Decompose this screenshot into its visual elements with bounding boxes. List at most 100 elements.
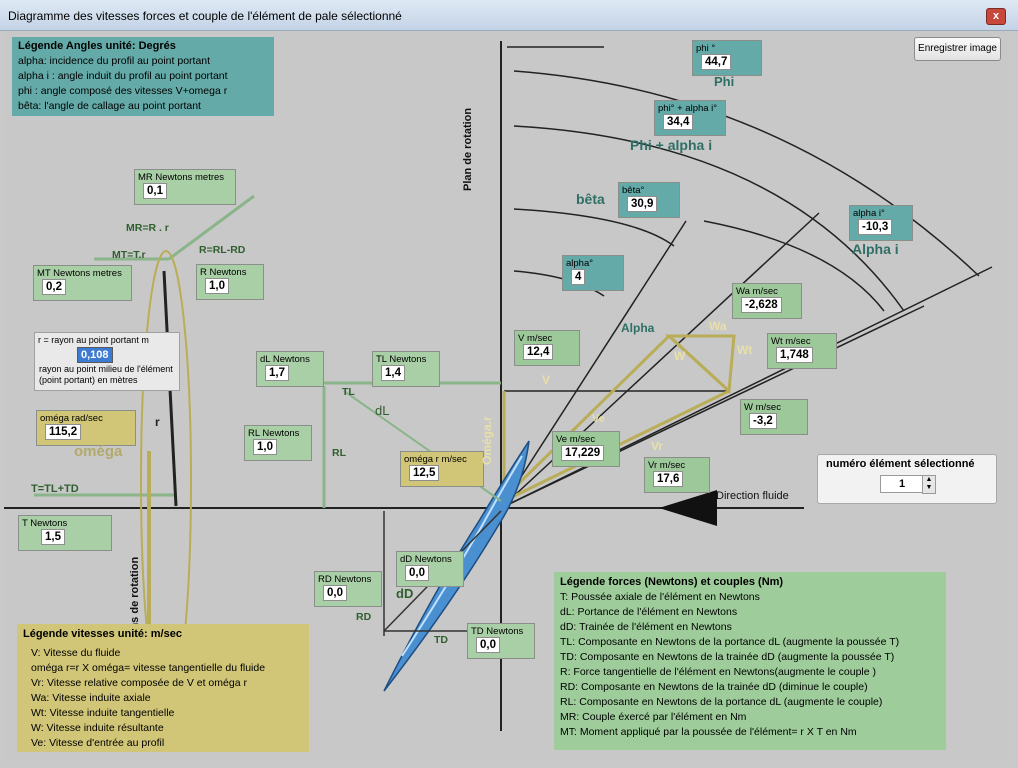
- beta-label-text: bêta: [576, 191, 605, 207]
- tl-label: TL Newtons: [376, 354, 427, 365]
- wt-label-text: Wt: [737, 343, 753, 357]
- element-selector-group: numéro élément sélectionné 1 ▲ ▼: [817, 454, 997, 504]
- diagram-canvas: Légende Angles unité: Degrés alpha: inci…: [4, 31, 1009, 759]
- w-label: W m/sec: [744, 402, 781, 413]
- phi-alpha-i-label-text: Phi + alpha i: [630, 137, 713, 153]
- omega-label-text: oméga: [74, 443, 123, 460]
- vr-label-text: Vr: [651, 439, 664, 453]
- element-number-input[interactable]: 1: [880, 475, 924, 493]
- mt-label: MT Newtons metres: [37, 268, 122, 279]
- legend-velocities-line: Ve: Vitesse d'entrée au profil: [31, 737, 165, 749]
- phi-field: phi ° 44,7: [692, 40, 762, 76]
- rl-label: RL Newtons: [248, 428, 300, 439]
- save-image-button[interactable]: Enregistrer image: [914, 37, 1001, 61]
- t-equation: T=TL+TD: [31, 483, 79, 495]
- r-label-text: r: [155, 415, 160, 429]
- wa-value[interactable]: -2,628: [741, 297, 782, 313]
- wa-label-text: Wa: [709, 319, 727, 333]
- rl-field: RL Newtons 1,0: [244, 425, 312, 461]
- alpha-label-text: Alpha: [621, 321, 655, 335]
- radius-field: r = rayon au point portant m 0,108 rayon…: [34, 332, 180, 391]
- mr-equation: MR=R . r: [126, 222, 169, 234]
- vr-field: Vr m/sec 17,6: [644, 457, 710, 493]
- omega-r-field: oméga r m/sec 12,5: [400, 451, 484, 487]
- wa-field: Wa m/sec -2,628: [732, 283, 802, 319]
- td-value[interactable]: 0,0: [476, 637, 500, 653]
- phi-label: phi °: [696, 43, 716, 54]
- dl-value[interactable]: 1,7: [265, 365, 289, 381]
- rd-label-text: RD: [356, 611, 372, 623]
- radius-input[interactable]: 0,108: [77, 347, 113, 363]
- legend-forces-line: dL: Portance de l'élément en Newtons: [560, 606, 738, 618]
- phi-value[interactable]: 44,7: [701, 54, 732, 70]
- alpha-value[interactable]: 4: [571, 269, 586, 285]
- t-field: T Newtons 1,5: [18, 515, 112, 551]
- mr-field: MR Newtons metres 0,1: [134, 169, 236, 205]
- omega-value[interactable]: 115,2: [45, 424, 82, 440]
- v-label-text: V: [542, 373, 551, 387]
- td-label-text: TD: [434, 634, 448, 646]
- dl-field: dL Newtons 1,7: [256, 351, 324, 387]
- w-value[interactable]: -3,2: [749, 413, 777, 429]
- window-title: Diagramme des vitesses forces et couple …: [8, 9, 402, 23]
- tl-field: TL Newtons 1,4: [372, 351, 440, 387]
- wt-value[interactable]: 1,748: [776, 347, 813, 363]
- beta-field: bêta° 30,9: [618, 182, 680, 218]
- radius-note: rayon au point milieu de l'élément (poin…: [39, 364, 173, 385]
- mt-field: MT Newtons metres 0,2: [33, 265, 132, 301]
- legend-velocities-line: Wt: Vitesse induite tangentielle: [31, 707, 175, 719]
- v-field: V m/sec 12,4: [514, 330, 580, 366]
- r-label: R Newtons: [200, 267, 247, 278]
- element-selector-label: numéro élément sélectionné: [826, 458, 975, 470]
- phi-alpha-i-value[interactable]: 34,4: [663, 114, 694, 130]
- alpha-i-label-text: Alpha i: [852, 241, 899, 257]
- legend-angles-line: phi : angle composé des vitesses V+omega…: [18, 85, 228, 97]
- mt-equation: MT=T.r: [112, 249, 146, 261]
- dd-label-text: dD: [396, 586, 414, 601]
- legend-forces-line: MT: Moment appliqué par la poussée de l'…: [560, 726, 857, 738]
- legend-velocities-line: oméga r=r X oméga= vitesse tangentielle …: [31, 662, 266, 674]
- alpha-i-label: alpha i°: [853, 208, 885, 219]
- ve-label-text: Ve: [592, 413, 605, 425]
- close-button[interactable]: x: [986, 8, 1006, 25]
- rd-value[interactable]: 0,0: [323, 585, 347, 601]
- r-value[interactable]: 1,0: [205, 278, 229, 294]
- legend-forces-line: MR: Couple éxercé par l'élément en Nm: [560, 711, 747, 723]
- legend-velocities: Légende vitesses unité: m/sec V: Vitesse…: [17, 624, 309, 752]
- tl-label-text: TL: [342, 386, 355, 398]
- beta-value[interactable]: 30,9: [627, 196, 658, 212]
- mt-value[interactable]: 0,2: [42, 279, 66, 295]
- vr-value[interactable]: 17,6: [653, 471, 684, 487]
- t-value[interactable]: 1,5: [41, 529, 65, 545]
- vr-label: Vr m/sec: [648, 460, 686, 471]
- dl-label-text: dL: [375, 403, 390, 418]
- legend-forces-line: RD: Composante en Newtons de la trainée …: [560, 681, 868, 693]
- dialog-window: Diagramme des vitesses forces et couple …: [0, 0, 1018, 768]
- element-number-spinner[interactable]: ▲ ▼: [922, 475, 936, 494]
- mr-value[interactable]: 0,1: [143, 183, 167, 199]
- wt-label: Wt m/sec: [771, 336, 811, 347]
- v-value[interactable]: 12,4: [523, 344, 554, 360]
- t-label: T Newtons: [22, 518, 68, 529]
- plan-rotation-label: Plan de rotation: [462, 107, 474, 191]
- omega-r-label-text: Oméga.r: [480, 416, 494, 465]
- alpha-field: alpha° 4: [562, 255, 624, 291]
- legend-forces-line: TD: Composante en Newtons de la trainée …: [560, 651, 895, 663]
- legend-forces-line: RL: Composante en Newtons de la portance…: [560, 696, 883, 708]
- legend-forces-line: T: Poussée axiale de l'élément en Newton…: [560, 591, 760, 603]
- legend-forces-line: TL: Composante en Newtons de la portance…: [560, 636, 900, 648]
- tl-value[interactable]: 1,4: [381, 365, 405, 381]
- w-field: W m/sec -3,2: [740, 399, 808, 435]
- mr-label: MR Newtons metres: [138, 172, 225, 183]
- dd-value[interactable]: 0,0: [405, 565, 429, 581]
- rl-value[interactable]: 1,0: [253, 439, 277, 455]
- omega-r-label: oméga r m/sec: [404, 454, 467, 465]
- legend-forces: Légende forces (Newtons) et couples (Nm)…: [554, 572, 946, 750]
- alpha-i-value[interactable]: -10,3: [858, 219, 893, 235]
- dd-field: dD Newtons 0,0: [396, 551, 464, 587]
- omega-r-value[interactable]: 12,5: [409, 465, 440, 481]
- td-label: TD Newtons: [471, 626, 524, 637]
- legend-angles-line: bêta: l'angle de callage au point portan…: [18, 100, 201, 112]
- ve-value[interactable]: 17,229: [561, 445, 605, 461]
- omega-label: oméga rad/sec: [40, 413, 103, 424]
